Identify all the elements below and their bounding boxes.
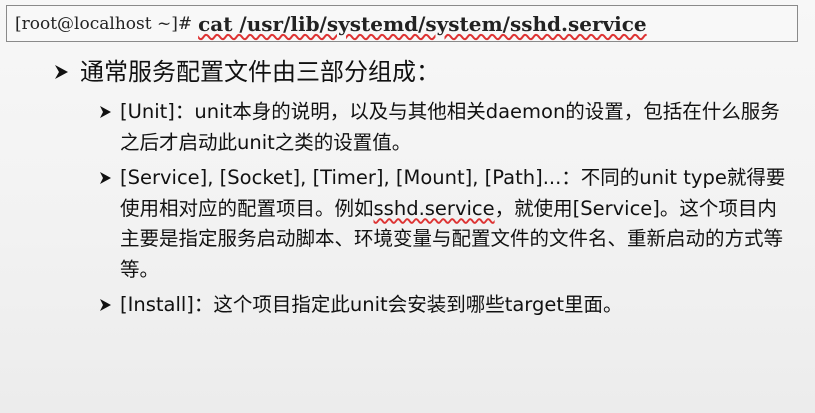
- bullet-unit: [Unit]：unit本身的说明，以及与其他相关daemon的设置，包括在什么服…: [98, 97, 788, 158]
- bullet-service: [Service], [Socket], [Timer], [Mount], […: [98, 163, 788, 285]
- shell-command: cat /usr/lib/systemd/system/sshd.service: [198, 11, 647, 36]
- slide-heading: 通常服务配置文件由三部分组成：: [80, 58, 440, 86]
- terminal-command-box: [root@localhost ~]# cat /usr/lib/systemd…: [6, 5, 798, 42]
- bullet-service-text: [Service], [Socket], [Timer], [Mount], […: [120, 163, 788, 285]
- bullet-install: [Install]：这个项目指定此unit会安装到哪些target里面。: [98, 290, 788, 321]
- bullet-unit-text: [Unit]：unit本身的说明，以及与其他相关daemon的设置，包括在什么服…: [120, 100, 780, 154]
- sshd-service-term: sshd.service: [373, 196, 495, 220]
- arrow-bullet-icon: [98, 297, 114, 313]
- arrow-bullet-icon: [98, 104, 114, 120]
- arrow-bullet-icon: [98, 170, 114, 186]
- bullet-install-text: [Install]：这个项目指定此unit会安装到哪些target里面。: [120, 293, 623, 316]
- main-bullet: 通常服务配置文件由三部分组成：: [52, 56, 440, 88]
- arrow-bullet-icon: [52, 62, 72, 82]
- shell-prompt: [root@localhost ~]#: [15, 13, 193, 34]
